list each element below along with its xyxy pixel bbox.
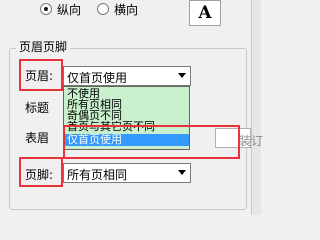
header-combo[interactable]: 仅首页使用 <box>63 66 191 86</box>
dropdown-option-odd-even[interactable]: 奇偶页不同 <box>64 110 189 121</box>
dropdown-option-none[interactable]: 不使用 <box>64 88 189 99</box>
orientation-row: 纵向 横向 <box>40 0 154 18</box>
portrait-label: 纵向 <box>57 2 82 17</box>
landscape-radio-option[interactable]: 横向 <box>97 1 138 18</box>
panel-right-edge <box>251 0 261 215</box>
footer-combo[interactable]: 所有页相同 <box>63 163 191 183</box>
header-combo-value: 仅首页使用 <box>67 71 128 85</box>
landscape-label: 横向 <box>114 2 139 17</box>
annotation-header-label <box>19 59 63 91</box>
footer-combo-value: 所有页相同 <box>67 168 128 182</box>
portrait-radio[interactable] <box>40 3 52 15</box>
page-setup-panel: 纵向 横向 A 页眉页脚 页眉: 仅首页使用 标题 表眉 装订 页脚: 所有页相… <box>0 0 264 215</box>
cover-label: 表眉 <box>25 131 50 145</box>
portrait-radio-option[interactable]: 纵向 <box>40 1 81 18</box>
title-label: 标题 <box>25 101 50 115</box>
orientation-preview: A <box>189 0 221 26</box>
chevron-down-icon[interactable] <box>178 170 186 175</box>
binding-label: 装订 <box>239 134 264 148</box>
annotation-selected-option <box>63 125 240 159</box>
chevron-down-icon[interactable] <box>178 73 186 78</box>
annotation-footer-label <box>19 157 63 187</box>
dropdown-option-all-pages[interactable]: 所有页相同 <box>64 99 189 110</box>
landscape-radio[interactable] <box>97 3 110 15</box>
header-footer-group-title: 页眉页脚 <box>16 38 71 55</box>
